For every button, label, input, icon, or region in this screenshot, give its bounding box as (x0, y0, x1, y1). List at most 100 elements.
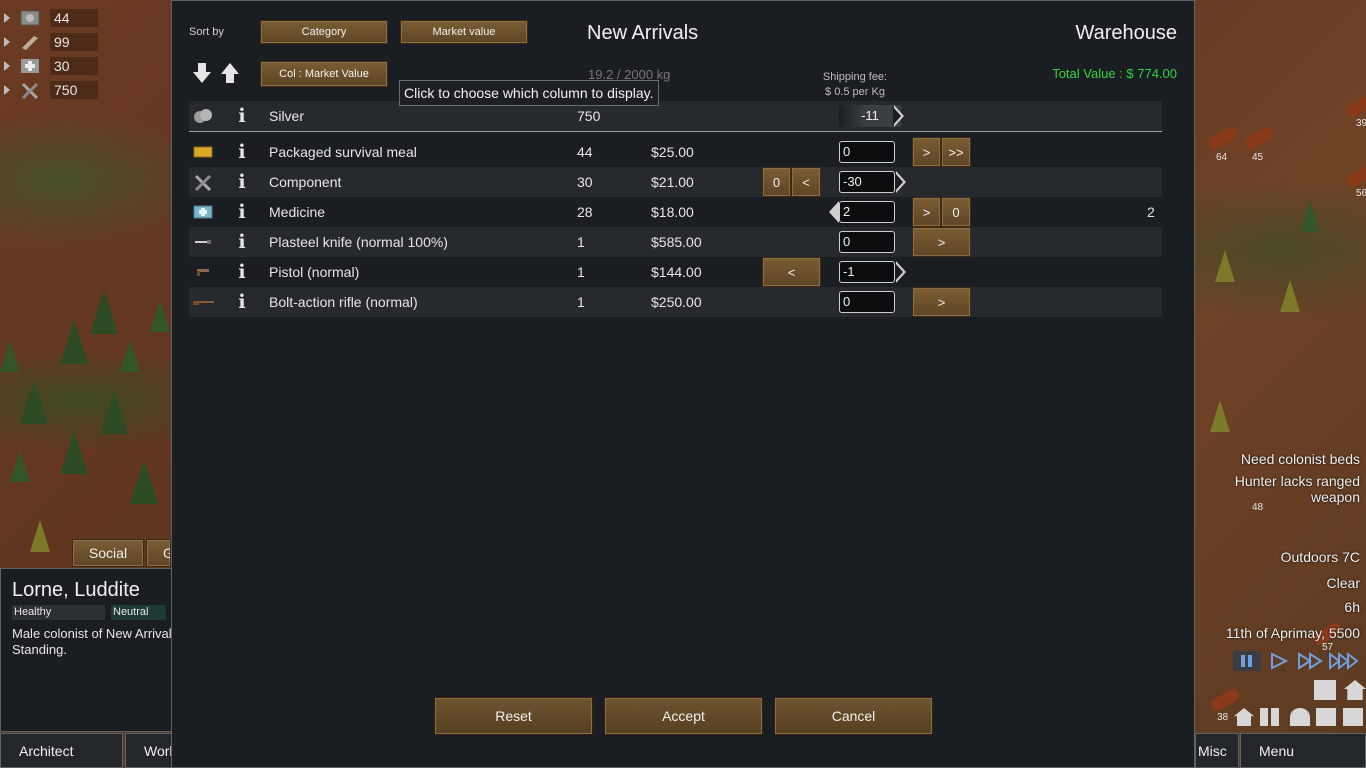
expand-arrow-icon[interactable] (4, 37, 10, 47)
pause-button[interactable] (1233, 651, 1261, 671)
tree (30, 520, 50, 552)
trade-amount-input[interactable]: 0 (839, 141, 895, 163)
colonist-inspect-panel: Lorne, Luddite Healthy Neutral Male colo… (0, 568, 172, 732)
speed-superfast-button[interactable] (1328, 651, 1362, 671)
item-count: 44 (577, 144, 593, 160)
sort-market-value-button[interactable]: Market value (400, 20, 528, 44)
wood-log[interactable] (1345, 93, 1366, 119)
silver-row[interactable]: i Silver 750 -11 (189, 101, 1162, 131)
alert-hunter[interactable]: Hunter lacks ranged weapon (1220, 473, 1360, 505)
health-status[interactable]: Healthy (12, 605, 105, 620)
zone-toggle-icon[interactable] (1316, 708, 1336, 726)
wood-log[interactable] (1243, 125, 1275, 151)
speed-fast-button[interactable] (1297, 651, 1325, 671)
resource-silver[interactable]: 44 (4, 7, 98, 29)
wood-log[interactable] (1345, 163, 1366, 189)
item-row-meal[interactable]: i Packaged survival meal 44 $25.00 0 > >… (189, 137, 1162, 167)
component-icon (18, 81, 42, 99)
more-button[interactable]: > (912, 287, 971, 317)
stack-count: 56 (1356, 188, 1366, 199)
sort-by-label: Sort by (189, 26, 224, 38)
info-icon[interactable]: i (235, 231, 249, 253)
expand-arrow-icon[interactable] (4, 61, 10, 71)
cancel-button[interactable]: Cancel (774, 697, 933, 735)
max-more-button[interactable]: >> (941, 137, 971, 167)
sort-descending-button[interactable] (191, 61, 213, 85)
tree (60, 320, 88, 364)
more-button[interactable]: > (912, 197, 941, 227)
expand-arrow-icon[interactable] (4, 13, 10, 23)
time-readout: 6h (1344, 599, 1360, 615)
accept-button[interactable]: Accept (604, 697, 763, 735)
menu-button[interactable]: Menu (1240, 733, 1366, 768)
shipping-fee: Shipping fee: $ 0.5 per Kg (812, 70, 898, 100)
info-icon[interactable]: i (235, 141, 249, 163)
column-select-button[interactable]: Col : Market Value (260, 61, 388, 87)
item-row-pistol[interactable]: i Pistol (normal) 1 $144.00 < -1 (189, 257, 1162, 287)
wood-log[interactable] (1209, 687, 1241, 713)
colonist-status: Standing. (12, 642, 67, 657)
trade-amount-input[interactable]: 2 (839, 201, 895, 223)
sort-ascending-button[interactable] (219, 61, 241, 85)
tree (120, 340, 140, 372)
work-button[interactable]: Work (125, 733, 172, 768)
tree (60, 430, 88, 474)
speed-normal-button[interactable] (1268, 651, 1290, 671)
stack-count: 45 (1252, 152, 1264, 163)
alert-beds[interactable]: Need colonist beds (1241, 451, 1360, 467)
resource-count: 99 (50, 33, 98, 51)
item-price: $585.00 (651, 234, 702, 250)
grid-toggle-icon[interactable] (1260, 708, 1280, 726)
beauty-toggle-icon[interactable] (1290, 708, 1310, 726)
reset-zero-button[interactable]: 0 (941, 197, 971, 227)
item-price: $18.00 (651, 204, 694, 220)
trade-amount-input[interactable]: 0 (839, 291, 895, 313)
colonist-description: Male colonist of New Arrivals (12, 626, 172, 641)
less-button[interactable]: < (791, 167, 821, 197)
resource-wood[interactable]: 99 (4, 31, 98, 53)
mood-status[interactable]: Neutral (111, 605, 166, 620)
tab-social[interactable]: Social (72, 539, 144, 567)
expand-arrow-icon[interactable] (4, 85, 10, 95)
wood-log[interactable] (1207, 125, 1239, 151)
more-button[interactable]: > (912, 227, 971, 257)
item-name: Silver (269, 108, 305, 124)
item-price: $250.00 (651, 294, 702, 310)
stack-count: 39 (1356, 118, 1366, 129)
info-icon[interactable]: i (235, 201, 249, 223)
architect-button[interactable]: Architect (0, 733, 123, 768)
reset-button[interactable]: Reset (434, 697, 593, 735)
trade-amount-input[interactable]: -1 (839, 261, 895, 283)
tree (1280, 280, 1300, 312)
trade-amount-input[interactable]: -30 (839, 171, 895, 193)
list-toggle-icon[interactable] (1314, 680, 1336, 700)
info-icon[interactable]: i (235, 291, 249, 313)
knife-icon (192, 232, 214, 252)
info-icon[interactable]: i (235, 171, 249, 193)
tree (130, 460, 158, 504)
info-icon[interactable]: i (235, 105, 249, 127)
item-row-rifle[interactable]: i Bolt-action rifle (normal) 1 $250.00 0… (189, 287, 1162, 317)
reset-zero-button[interactable]: 0 (762, 167, 791, 197)
sort-category-button[interactable]: Category (260, 20, 388, 44)
resource-component[interactable]: 750 (4, 79, 98, 101)
resource-medicine[interactable]: 30 (4, 55, 98, 77)
trade-amount-input[interactable]: 0 (839, 231, 895, 253)
more-button[interactable]: > (912, 137, 941, 167)
item-name: Pistol (normal) (269, 264, 360, 280)
item-price: $25.00 (651, 144, 694, 160)
misc-button[interactable]: Misc (1195, 733, 1239, 768)
item-count: 1 (577, 264, 585, 280)
info-icon[interactable]: i (235, 261, 249, 283)
tree (1215, 250, 1235, 282)
item-row-knife[interactable]: i Plasteel knife (normal 100%) 1 $585.00… (189, 227, 1162, 257)
item-row-medicine[interactable]: i Medicine 28 $18.00 2 > 0 2 (189, 197, 1162, 227)
tab-gear[interactable]: Gear (146, 539, 171, 567)
component-icon (192, 172, 214, 192)
room-toggle-icon[interactable] (1343, 708, 1363, 726)
item-row-component[interactable]: i Component 30 $21.00 0 < -30 (189, 167, 1162, 197)
medicine-icon (192, 202, 214, 222)
tree (1210, 400, 1230, 432)
tree (100, 390, 128, 434)
less-button[interactable]: < (762, 257, 821, 287)
